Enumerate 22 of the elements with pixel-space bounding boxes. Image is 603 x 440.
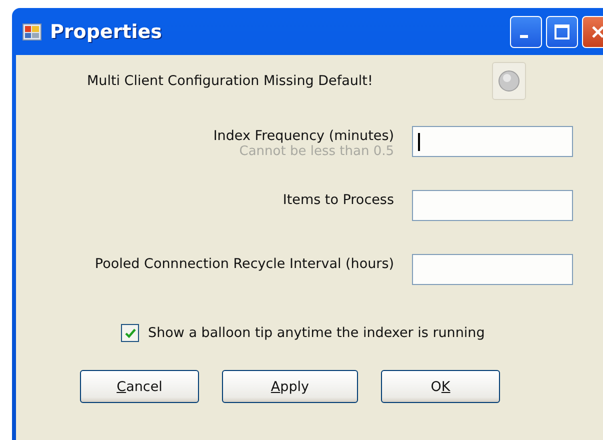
input-field[interactable] (412, 254, 573, 285)
window-title: Properties (50, 20, 163, 42)
maximize-button[interactable] (546, 16, 578, 48)
close-icon (590, 24, 603, 40)
status-message: Multi Client Configuration Missing Default! (87, 73, 374, 89)
status-light-icon (498, 70, 520, 92)
app-icon (22, 22, 42, 42)
checkbox-label: Show a balloon tip anytime the indexer is running (148, 325, 485, 341)
minimize-icon (520, 35, 528, 38)
field-hint: Cannot be less than 0.5 (239, 144, 394, 159)
checkmark-icon (124, 326, 136, 340)
input-field[interactable] (412, 190, 573, 221)
maximize-icon (554, 24, 570, 40)
dialog-button[interactable]: Apply (222, 370, 358, 403)
field-label: Items to Process (282, 192, 394, 208)
input-field[interactable] (412, 126, 573, 157)
dialog-button[interactable]: OK (381, 370, 500, 403)
checkbox[interactable] (121, 324, 139, 342)
minimize-button[interactable] (510, 16, 542, 48)
field-label: Pooled Connnection Recycle Interval (hours) (94, 256, 394, 272)
field-label: Index Frequency (minutes) (213, 128, 394, 144)
dialog-button[interactable]: Cancel (80, 370, 199, 403)
